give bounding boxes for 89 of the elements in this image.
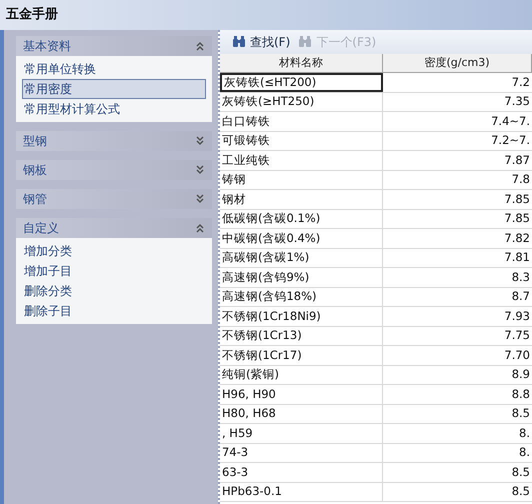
table-cell-text: 7.8 [510, 171, 531, 188]
table-row[interactable]: 高碳钢(含碳1%) 7.81 [220, 248, 532, 268]
table-cell-text: 7.2~7. [490, 132, 531, 150]
table-cell: 74-3 [220, 444, 383, 462]
binoculars-icon [298, 36, 312, 48]
sidebar-item[interactable]: 删除子目 [22, 301, 206, 321]
table-cell: H96, H90 [220, 385, 383, 404]
table-cell-text: 7.81 [503, 249, 531, 266]
binoculars-icon [232, 36, 246, 48]
table-cell-text: 7.93 [503, 308, 531, 325]
table-cell-text: 7.70 [503, 346, 531, 364]
table-cell-text: 8.7 [510, 288, 531, 306]
collapse-icon [195, 41, 205, 51]
table-cell-text: 7.2 [510, 74, 531, 91]
table-row[interactable]: 灰铸铁(≥HT250) 7.35 [220, 92, 532, 112]
group-header[interactable]: 钢板 [16, 160, 212, 180]
table-cell: 可锻铸铁 [220, 132, 383, 150]
sidebar-item[interactable]: 常用型材计算公式 [22, 99, 206, 119]
table-cell-text: 8.3 [510, 268, 531, 286]
sidebar-item[interactable]: 增加分类 [22, 241, 206, 261]
expand-icon [195, 194, 205, 204]
table-row[interactable]: 不锈钢(1Cr13) 7.75 [220, 326, 532, 346]
table-row[interactable]: HPb63-0.1 8.5 [220, 482, 532, 502]
table-cell-text: 7.35 [503, 93, 531, 110]
group-header[interactable]: 基本资料 [16, 36, 212, 56]
table-cell: 灰铸铁(≤HT200) [220, 73, 383, 92]
table-cell-text: 7.87 [503, 152, 531, 169]
table-cell-text: 8.8 [510, 386, 531, 403]
table-cell: 不锈钢(1Cr13) [220, 326, 383, 345]
table-cell: 不锈钢(1Cr17) [220, 346, 383, 364]
sidebar-item[interactable]: 增加子目 [22, 261, 206, 281]
table-cell-text: 8. [518, 444, 531, 462]
table-row[interactable]: H96, H90 8.8 [220, 385, 532, 404]
table-cell: 工业纯铁 [220, 151, 383, 170]
column-header[interactable]: 材料名称 [220, 54, 383, 72]
table-row[interactable]: , H59 8. [220, 424, 532, 444]
table-cell-text: 8.5 [510, 464, 531, 481]
table-cell-text: 7.85 [503, 210, 531, 228]
table-row[interactable]: 铸钢 7.8 [220, 170, 532, 190]
table-cell-text: 7.75 [503, 327, 531, 344]
table-cell: 纯铜(紫铜) [220, 366, 383, 384]
expand-icon [195, 165, 205, 175]
sidebar-item[interactable]: 常用单位转换 [22, 59, 206, 79]
sidebar-item[interactable]: 删除分类 [22, 281, 206, 301]
column-header[interactable]: 密度(g/cm3) [383, 54, 532, 72]
table-row[interactable]: 高速钢(含钨9%) 8.3 [220, 268, 532, 288]
table-row[interactable]: 白口铸铁 7.4~7. [220, 112, 532, 132]
group-header[interactable]: 型钢 [16, 131, 212, 151]
table-cell: 高速钢(含钨9%) [220, 268, 383, 286]
table-row[interactable]: 钢材 7.85 [220, 190, 532, 210]
table-row[interactable]: 工业纯铁 7.87 [220, 151, 532, 170]
table-cell-text: 8. [518, 424, 531, 442]
window-title: 五金手册 [6, 6, 58, 24]
table-cell-text: 7.4~7. [490, 112, 531, 130]
table-row[interactable]: 63-3 8.5 [220, 463, 532, 482]
table-cell: 高速钢(含钨18%) [220, 288, 383, 306]
table-row[interactable]: 低碳钢(含碳0.1%) 7.85 [220, 210, 532, 229]
table-cell: 铸钢 [220, 170, 383, 189]
table-cell: 不锈钢(1Cr18Ni9) [220, 307, 383, 326]
table-cell: , H59 [220, 424, 383, 442]
table-row[interactable]: 不锈钢(1Cr17) 7.70 [220, 346, 532, 366]
table-cell-text: 8.5 [510, 483, 531, 500]
table-row[interactable]: 中碳钢(含碳0.4%) 7.82 [220, 229, 532, 248]
table-cell: 低碳钢(含碳0.1%) [220, 210, 383, 228]
table-cell-text: 8.9 [510, 366, 531, 384]
table-row[interactable]: 纯铜(紫铜) 8.9 [220, 366, 532, 385]
table-cell: H80, H68 [220, 404, 383, 423]
group-header[interactable]: 钢管 [16, 189, 212, 209]
table-cell-text: 7.85 [503, 190, 531, 208]
toolbar-button[interactable]: 查找(F) [232, 33, 290, 51]
table-row[interactable]: 高速钢(含钨18%) 8.7 [220, 288, 532, 307]
group-header[interactable]: 自定义 [16, 218, 212, 238]
table-cell: 中碳钢(含碳0.4%) [220, 229, 383, 248]
table-cell: 高碳钢(含碳1%) [220, 248, 383, 267]
table-row[interactable]: H80, H68 8.5 [220, 404, 532, 424]
table-row[interactable]: 74-3 8. [220, 444, 532, 463]
table-row[interactable]: 不锈钢(1Cr18Ni9) 7.93 [220, 307, 532, 326]
collapse-icon [195, 223, 205, 233]
table-cell: 灰铸铁(≥HT250) [220, 92, 383, 111]
table-cell-text: 7.82 [503, 230, 531, 247]
table-row[interactable]: 可锻铸铁 7.2~7. [220, 132, 532, 151]
table-row[interactable]: 灰铸铁(≤HT200) 7.2 [220, 73, 532, 92]
table-cell: 白口铸铁 [220, 112, 383, 130]
sidebar-item[interactable]: 常用密度 [22, 79, 206, 99]
table-cell: 钢材 [220, 190, 383, 208]
table-cell: HPb63-0.1 [220, 482, 383, 501]
table-cell: 63-3 [220, 463, 383, 482]
table-cell-text: 8.5 [510, 405, 531, 422]
expand-icon [195, 136, 205, 146]
